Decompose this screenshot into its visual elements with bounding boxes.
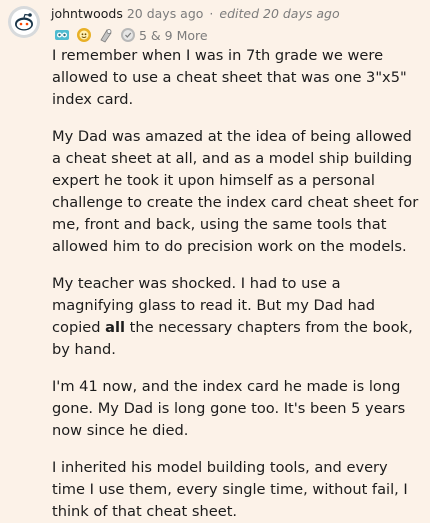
comment-paragraph-2: My Dad was amazed at the idea of being a… (52, 128, 419, 255)
edited-time: edited 20 days ago (219, 6, 340, 21)
meta-separator: · (209, 6, 214, 21)
comment-paragraph-4: I'm 41 now, and the index card he made i… (52, 378, 406, 439)
award-count[interactable]: 5 & 9 More (139, 28, 208, 43)
awards-row[interactable]: 5 & 9 More (54, 26, 208, 44)
username-link[interactable]: johntwoods (51, 6, 123, 21)
gold-award-icon[interactable] (120, 27, 136, 43)
snoo-avatar-icon (11, 9, 37, 35)
wholesome-award-icon[interactable] (98, 27, 114, 43)
post-time[interactable]: 20 days ago (127, 6, 204, 21)
comment-paragraph-1: I remember when I was in 7th grade we we… (52, 47, 407, 108)
comment-meta: johntwoods 20 days ago · edited 20 days … (51, 6, 340, 21)
user-avatar[interactable] (8, 6, 40, 38)
comment-paragraph-3: My teacher was shocked. I had to use a m… (52, 273, 424, 361)
silver-award-icon[interactable] (54, 27, 70, 43)
paragraph-3-bold-word: all (105, 319, 126, 336)
comment-body: I remember when I was in 7th grade we we… (52, 45, 424, 523)
helpful-award-icon[interactable] (76, 27, 92, 43)
comment-paragraph-5: I inherited his model building tools, an… (52, 459, 408, 520)
comment: johntwoods 20 days ago · edited 20 days … (0, 0, 430, 520)
